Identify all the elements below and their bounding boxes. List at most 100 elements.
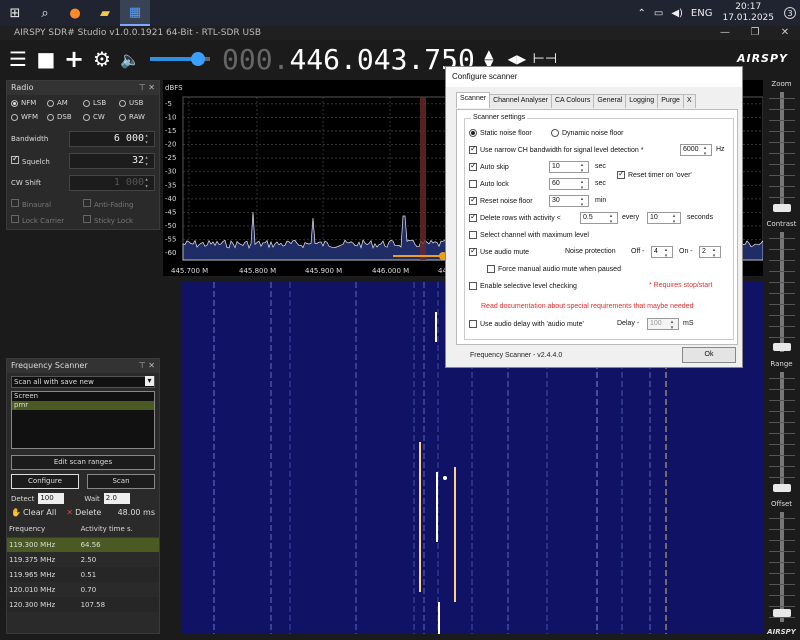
delete-rows-checkbox[interactable]: Delete rows with activity <: [469, 212, 561, 222]
wait-input[interactable]: 2.0: [103, 493, 130, 504]
force-manual-checkbox[interactable]: Force manual audio mute when paused: [487, 265, 621, 273]
reset-noise-checkbox[interactable]: Reset noise floor: [469, 195, 533, 205]
table-row[interactable]: 120.010 MHz 0.70: [7, 582, 159, 597]
scan-mode-select[interactable]: Scan all with save new: [11, 376, 155, 388]
delete-rows-input[interactable]: 0.5: [580, 212, 618, 225]
audio-delay-checkbox[interactable]: Use audio delay with 'audio mute': [469, 320, 584, 328]
scan-button[interactable]: Scan: [87, 474, 155, 489]
stop-icon[interactable]: ■: [32, 45, 60, 73]
delay-input[interactable]: 100: [647, 318, 679, 331]
frequency-display[interactable]: 000.446.043.750: [222, 43, 475, 76]
folder-icon[interactable]: ▰: [90, 0, 120, 26]
ok-button[interactable]: Ok: [682, 347, 736, 363]
minimize-icon[interactable]: —: [710, 26, 740, 40]
detect-input[interactable]: 100: [38, 493, 65, 504]
mode-nfm-radio[interactable]: NFM: [11, 99, 47, 107]
tab-purge[interactable]: Purge: [657, 94, 684, 108]
static-noise-radio[interactable]: Static noise floor: [469, 129, 532, 137]
mode-lsb-radio[interactable]: LSB: [83, 99, 119, 107]
clear-all-button[interactable]: Clear All: [23, 508, 56, 517]
delete-button[interactable]: Delete: [75, 508, 101, 517]
search-icon[interactable]: ⌕: [30, 0, 60, 26]
mode-raw-radio[interactable]: RAW: [119, 113, 155, 121]
table-row[interactable]: 120.300 MHz 107.58: [7, 597, 159, 612]
add-icon[interactable]: +: [60, 45, 88, 73]
pin-icon[interactable]: ⊤ ✕: [139, 359, 155, 373]
demod-mode-group: NFM AM LSB USB WFM DSB CW RAW: [7, 95, 159, 125]
lockcarrier-checkbox[interactable]: Lock Carrier: [11, 215, 83, 225]
table-row[interactable]: 119.965 MHz 0.51: [7, 567, 159, 582]
noise-on-input[interactable]: 2: [699, 246, 721, 259]
tab-general[interactable]: General: [593, 94, 627, 108]
stickylock-checkbox[interactable]: Sticky Lock: [83, 215, 155, 225]
offset-slider-knob[interactable]: [773, 609, 791, 617]
narrow-ch-input[interactable]: 6000: [680, 144, 712, 157]
squelch-input[interactable]: 32: [69, 153, 155, 169]
audio-mute-checkbox[interactable]: Use audio mute: [469, 246, 529, 256]
mode-dsb-radio[interactable]: DSB: [47, 113, 83, 121]
chevron-up-icon[interactable]: ⌃: [637, 8, 645, 19]
scan-ranges-list[interactable]: Screen pmr: [11, 391, 155, 449]
column-frequency[interactable]: Frequency: [7, 521, 79, 538]
contrast-slider-knob[interactable]: [773, 343, 791, 351]
column-activity[interactable]: Activity time s.: [78, 521, 159, 538]
reset-noise-input[interactable]: 30: [549, 195, 589, 208]
binaural-checkbox[interactable]: Binaural: [11, 199, 83, 209]
restore-icon[interactable]: ❐: [740, 26, 770, 40]
sdr-app-icon[interactable]: ▦: [120, 0, 150, 26]
select-max-checkbox[interactable]: Select channel with maximum level: [469, 231, 589, 239]
volume-slider[interactable]: [150, 52, 210, 66]
list-item[interactable]: Screen: [12, 392, 154, 401]
tab-ca-colours[interactable]: CA Colours: [550, 94, 595, 108]
every-input[interactable]: 10: [647, 212, 681, 225]
notification-badge[interactable]: 3: [784, 7, 796, 19]
tuned-channel-marker[interactable]: [420, 97, 426, 260]
y-tick-label: -15: [165, 127, 176, 135]
tab-logging[interactable]: Logging: [625, 94, 659, 108]
mode-usb-radio[interactable]: USB: [119, 99, 155, 107]
range-slider-knob[interactable]: [773, 484, 791, 492]
squelch-checkbox[interactable]: [11, 154, 19, 164]
configure-button[interactable]: Configure: [11, 474, 79, 489]
zoom-slider-knob[interactable]: [773, 204, 791, 212]
mode-cw-radio[interactable]: CW: [83, 113, 119, 121]
menu-icon[interactable]: ☰: [4, 45, 32, 73]
y-tick-label: -50: [165, 222, 176, 230]
auto-skip-checkbox[interactable]: Auto skip: [469, 161, 509, 171]
contrast-slider[interactable]: [780, 232, 784, 352]
language-indicator[interactable]: ENG: [691, 8, 713, 19]
network-icon[interactable]: ▭: [654, 8, 663, 19]
firefox-icon[interactable]: ●: [60, 0, 90, 26]
pin-icon[interactable]: ⊤ ✕: [139, 81, 155, 95]
antifading-checkbox[interactable]: Anti-Fading: [83, 199, 155, 209]
x-tick-label: 446.000 M: [372, 267, 409, 275]
dynamic-noise-radio[interactable]: Dynamic noise floor: [551, 129, 623, 137]
speaker-icon[interactable]: ◀): [671, 8, 683, 19]
auto-lock-checkbox[interactable]: Auto lock: [469, 180, 509, 188]
table-row[interactable]: 119.375 MHz 2.50: [7, 552, 159, 567]
bandwidth-input[interactable]: 6 000: [69, 131, 155, 147]
start-icon[interactable]: ⊞: [0, 0, 30, 26]
list-item[interactable]: pmr: [12, 401, 154, 410]
narrow-ch-checkbox[interactable]: Use narrow CH bandwidth for signal level…: [469, 144, 643, 154]
auto-lock-input[interactable]: 60: [549, 178, 589, 191]
cwshift-input[interactable]: 1 000: [69, 175, 155, 191]
auto-skip-input[interactable]: 10: [549, 161, 589, 174]
reset-timer-checkbox[interactable]: Reset timer on 'over': [617, 169, 692, 179]
tab-scanner[interactable]: Scanner: [456, 92, 491, 108]
mode-wfm-radio[interactable]: WFM: [11, 113, 47, 121]
zoom-slider[interactable]: [780, 92, 784, 212]
mode-am-radio[interactable]: AM: [47, 99, 83, 107]
tab-channel-analyser[interactable]: Channel Analyser: [489, 94, 552, 108]
y-tick-label: -10: [165, 113, 176, 121]
range-slider[interactable]: [780, 372, 784, 492]
gear-icon[interactable]: ⚙: [88, 45, 116, 73]
clock[interactable]: 20:17 17.01.2025: [722, 2, 774, 24]
close-icon[interactable]: ✕: [770, 26, 800, 40]
edit-scan-ranges-button[interactable]: Edit scan ranges: [11, 455, 155, 470]
tab-x[interactable]: X: [682, 94, 696, 108]
speaker-mute-icon[interactable]: 🔈: [116, 45, 144, 73]
noise-off-input[interactable]: 4: [651, 246, 673, 259]
selective-checkbox[interactable]: Enable selective level checking: [469, 282, 577, 290]
table-row[interactable]: 119.300 MHz 64.56: [7, 537, 159, 552]
